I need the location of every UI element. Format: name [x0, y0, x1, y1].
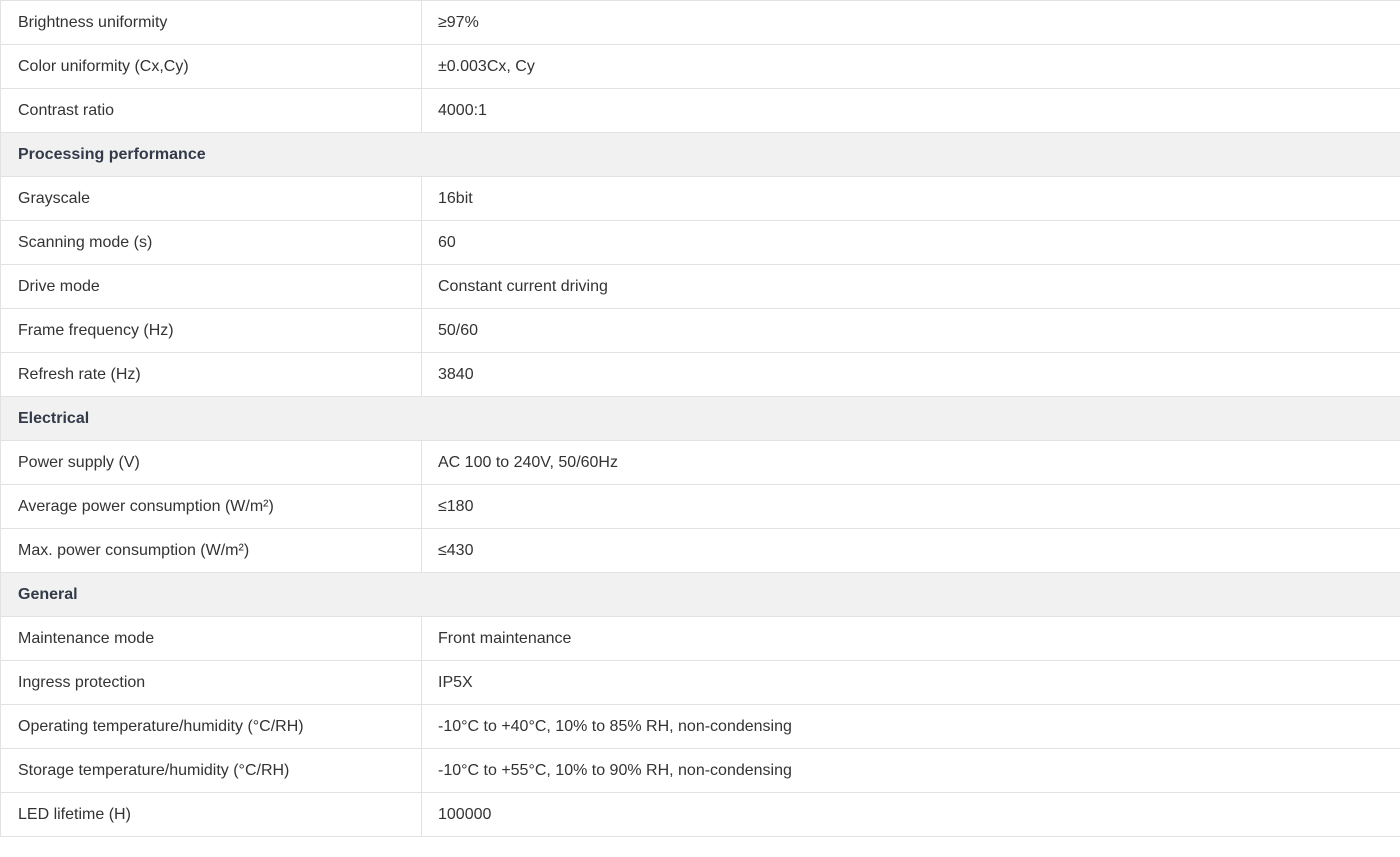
spec-label: Max. power consumption (W/m²) [0, 528, 422, 573]
section-header-row: Processing performance [0, 132, 1400, 177]
spec-row: Drive mode Constant current driving [0, 264, 1400, 309]
section-header-row: Electrical [0, 396, 1400, 441]
spec-row: Operating temperature/humidity (°C/RH) -1… [0, 704, 1400, 749]
spec-label: Brightness uniformity [0, 0, 422, 45]
spec-row: Frame frequency (Hz) 50/60 [0, 308, 1400, 353]
spec-row: Brightness uniformity ≥97% [0, 0, 1400, 45]
spec-label: Grayscale [0, 176, 422, 221]
spec-label: Operating temperature/humidity (°C/RH) [0, 704, 422, 749]
spec-row: Average power consumption (W/m²) ≤180 [0, 484, 1400, 529]
section-title: General [0, 572, 1400, 617]
spec-row: Scanning mode (s) 60 [0, 220, 1400, 265]
spec-value: IP5X [421, 660, 1400, 705]
section-header-row: General [0, 572, 1400, 617]
spec-value: ≤430 [421, 528, 1400, 573]
spec-label: Power supply (V) [0, 440, 422, 485]
spec-value: 16bit [421, 176, 1400, 221]
spec-value: 4000:1 [421, 88, 1400, 133]
spec-value: 50/60 [421, 308, 1400, 353]
spec-value: ±0.003Cx, Cy [421, 44, 1400, 89]
spec-label: Color uniformity (Cx,Cy) [0, 44, 422, 89]
spec-row: Storage temperature/humidity (°C/RH) -10°… [0, 748, 1400, 793]
spec-label: LED lifetime (H) [0, 792, 422, 837]
spec-row: Max. power consumption (W/m²) ≤430 [0, 528, 1400, 573]
spec-row: Grayscale 16bit [0, 176, 1400, 221]
spec-value: ≤180 [421, 484, 1400, 529]
spec-row: Power supply (V) AC 100 to 240V, 50/60Hz [0, 440, 1400, 485]
spec-value: 3840 [421, 352, 1400, 397]
spec-label: Refresh rate (Hz) [0, 352, 422, 397]
spec-value: -10°C to +55°C, 10% to 90% RH, non-conde… [421, 748, 1400, 793]
spec-value: -10°C to +40°C, 10% to 85% RH, non-conde… [421, 704, 1400, 749]
spec-value: AC 100 to 240V, 50/60Hz [421, 440, 1400, 485]
spec-row: Maintenance mode Front maintenance [0, 616, 1400, 661]
spec-row: Ingress protection IP5X [0, 660, 1400, 705]
spec-row: Refresh rate (Hz) 3840 [0, 352, 1400, 397]
spec-value: ≥97% [421, 0, 1400, 45]
spec-label: Ingress protection [0, 660, 422, 705]
spec-label: Scanning mode (s) [0, 220, 422, 265]
spec-value: Constant current driving [421, 264, 1400, 309]
spec-table: Brightness uniformity ≥97% Color uniformit… [0, 0, 1400, 837]
spec-label: Average power consumption (W/m²) [0, 484, 422, 529]
section-title: Electrical [0, 396, 1400, 441]
spec-table-body: Brightness uniformity ≥97% Color uniformit… [0, 0, 1400, 837]
section-title: Processing performance [0, 132, 1400, 177]
spec-row: Color uniformity (Cx,Cy) ±0.003Cx, Cy [0, 44, 1400, 89]
spec-value: 60 [421, 220, 1400, 265]
spec-row: LED lifetime (H) 100000 [0, 792, 1400, 837]
spec-label: Maintenance mode [0, 616, 422, 661]
spec-label: Frame frequency (Hz) [0, 308, 422, 353]
spec-label: Contrast ratio [0, 88, 422, 133]
spec-value: Front maintenance [421, 616, 1400, 661]
spec-label: Drive mode [0, 264, 422, 309]
spec-value: 100000 [421, 792, 1400, 837]
spec-row: Contrast ratio 4000:1 [0, 88, 1400, 133]
spec-label: Storage temperature/humidity (°C/RH) [0, 748, 422, 793]
